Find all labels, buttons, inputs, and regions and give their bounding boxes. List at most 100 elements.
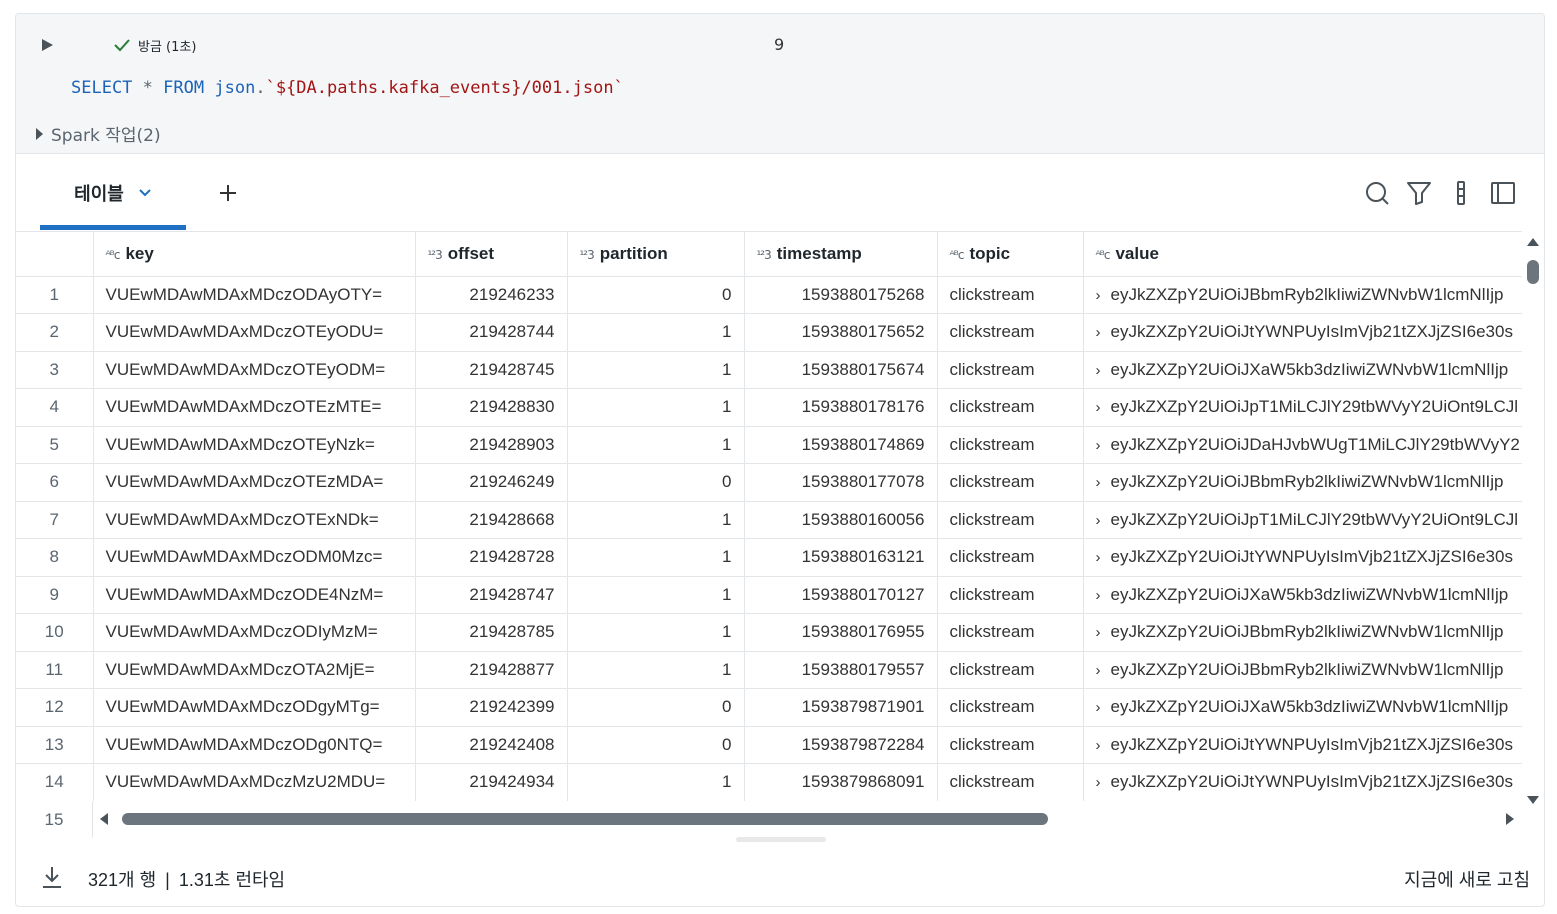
sidebar-panel-icon[interactable] <box>1489 179 1517 207</box>
expand-chevron-icon[interactable]: › <box>1096 587 1101 604</box>
table-row[interactable]: 5 VUEwMDAwMDAxMDczOTEyNzk= 219428903 1 15938… <box>16 426 1522 464</box>
column-header-timestamp[interactable]: ¹²3 timestamp <box>744 232 938 277</box>
vertical-scroll-thumb[interactable] <box>1527 260 1539 284</box>
expand-chevron-icon[interactable]: › <box>1096 399 1101 416</box>
cell-value: 1 <box>722 397 732 417</box>
scroll-up-icon[interactable] <box>1527 238 1539 246</box>
scroll-left-icon[interactable] <box>100 813 108 825</box>
table-row[interactable]: 13 VUEwMDAwMDAxMDczODg0NTQ= 219242408 0 1593… <box>16 726 1522 764</box>
cell-value[interactable]: › eyJkZXZpY2UiOiJpT1MiLCJlY29tbWVyY2UiOnt… <box>1083 388 1522 427</box>
cell-offset: 219246233 <box>415 276 568 314</box>
table-row[interactable]: 12 VUEwMDAwMDAxMDczODgyMTg= 219242399 0 1593… <box>16 688 1522 727</box>
table-row[interactable]: 9 VUEwMDAwMDAxMDczODE4NzM= 219428747 1 15938… <box>16 576 1522 614</box>
table-row[interactable]: 1 VUEwMDAwMDAxMDczODAyOTY= 219246233 0 15938… <box>16 276 1522 314</box>
cell-value[interactable]: › eyJkZXZpY2UiOiJtYWNPUyIsImVjb21tZXJjZSI… <box>1083 538 1522 577</box>
search-icon[interactable] <box>1363 179 1391 207</box>
cell-value: VUEwMDAwMDAxMDczOTA2MjE= <box>105 659 375 679</box>
expand-chevron-icon[interactable]: › <box>1096 437 1101 454</box>
column-header-partition[interactable]: ¹²3 partition <box>567 232 745 277</box>
cell-value[interactable]: › eyJkZXZpY2UiOiJtYWNPUyIsImVjb21tZXJjZSI… <box>1083 763 1522 801</box>
table-row[interactable]: 6 VUEwMDAwMDAxMDczOTEzMDA= 219246249 0 15938… <box>16 463 1522 502</box>
cell-timestamp: 1593880175652 <box>744 313 938 352</box>
cell-value[interactable]: › eyJkZXZpY2UiOiJBbmRyb2lkIiwiZWNvbW1lcmN… <box>1083 463 1522 502</box>
cell-value: VUEwMDAwMDAxMDczODgyMTg= <box>105 697 380 717</box>
expand-chevron-icon[interactable]: › <box>1096 474 1101 491</box>
scroll-right-icon[interactable] <box>1506 813 1514 825</box>
code-editor[interactable]: SELECT * FROM json.`${DA.paths.kafka_eve… <box>71 78 624 98</box>
cell-value: VUEwMDAwMDAxMDczOTEyODM= <box>105 359 386 379</box>
cell-value: 1593880177078 <box>801 472 925 492</box>
tab-table[interactable]: 테이블 <box>40 154 186 231</box>
table-row[interactable]: 2 VUEwMDAwMDAxMDczOTEyODU= 219428744 1 15938… <box>16 313 1522 352</box>
expand-chevron-icon[interactable]: › <box>1096 549 1101 566</box>
column-header-key[interactable]: ᴬᴮc key <box>93 232 416 277</box>
code-area[interactable]: 방금 (1초) 9 SELECT * FROM json.`${DA.paths… <box>16 14 1544 154</box>
cell-timestamp: 1593880179557 <box>744 651 938 689</box>
cell-value[interactable]: › eyJkZXZpY2UiOiJDaHJvbWUgT1MiLCJlY29tbWV… <box>1083 426 1522 464</box>
scroll-down-icon[interactable] <box>1527 796 1539 804</box>
column-label: value <box>1115 243 1159 263</box>
table-row[interactable]: 3 VUEwMDAwMDAxMDczOTEyODM= 219428745 1 15938… <box>16 351 1522 389</box>
cell-value: 219428744 <box>469 322 555 342</box>
column-settings-icon[interactable] <box>1447 179 1475 207</box>
cell-value[interactable]: › eyJkZXZpY2UiOiJXaW5kb3dzIiwiZWNvbW1lcmN… <box>1083 351 1522 389</box>
expand-chevron-icon[interactable]: › <box>1096 737 1101 754</box>
table-row[interactable]: 4 VUEwMDAwMDAxMDczOTEzMTE= 219428830 1 15938… <box>16 388 1522 427</box>
expand-chevron-icon[interactable]: › <box>1096 362 1101 379</box>
cell-value: 1 <box>722 772 732 792</box>
expand-chevron-icon[interactable]: › <box>1096 512 1101 529</box>
cell-value[interactable]: › eyJkZXZpY2UiOiJBbmRyb2lkIiwiZWNvbW1lcmN… <box>1083 651 1522 689</box>
column-header-topic[interactable]: ᴬᴮc topic <box>937 232 1084 277</box>
cell-value[interactable]: › eyJkZXZpY2UiOiJtYWNPUyIsImVjb21tZXJjZSI… <box>1083 726 1522 764</box>
chevron-down-icon[interactable] <box>138 188 152 198</box>
horizontal-scrollbar[interactable] <box>100 810 1520 828</box>
expand-chevron-icon[interactable]: › <box>1096 287 1101 304</box>
cell-value: clickstream <box>949 734 1035 754</box>
expand-chevron-icon[interactable]: › <box>1096 324 1101 341</box>
number-type-icon: ¹²3 <box>579 247 595 262</box>
cell-value[interactable]: › eyJkZXZpY2UiOiJXaW5kb3dzIiwiZWNvbW1lcmN… <box>1083 688 1522 727</box>
expand-triangle-icon <box>36 127 43 140</box>
cell-value[interactable]: › eyJkZXZpY2UiOiJXaW5kb3dzIiwiZWNvbW1lcmN… <box>1083 576 1522 614</box>
table-row[interactable]: 14 VUEwMDAwMDAxMDczMzU2MDU= 219424934 1 1593… <box>16 763 1522 801</box>
check-icon <box>114 39 130 52</box>
play-icon[interactable] <box>40 38 54 52</box>
cell-value[interactable]: › eyJkZXZpY2UiOiJtYWNPUyIsImVjb21tZXJjZSI… <box>1083 313 1522 352</box>
cell-value: eyJkZXZpY2UiOiJXaW5kb3dzIiwiZWNvbW1lcmNl… <box>1110 584 1509 604</box>
expand-chevron-icon[interactable]: › <box>1096 662 1101 679</box>
cell-value: 1 <box>722 322 732 342</box>
column-header-offset[interactable]: ¹²3 offset <box>415 232 568 277</box>
filter-icon[interactable] <box>1405 179 1433 207</box>
expand-chevron-icon[interactable]: › <box>1096 774 1101 791</box>
row-number: 12 <box>16 688 94 727</box>
table-row[interactable]: 8 VUEwMDAwMDAxMDczODM0Mzc= 219428728 1 15938… <box>16 538 1522 577</box>
stats-separator: | <box>165 870 170 890</box>
expand-chevron-icon[interactable]: › <box>1096 624 1101 641</box>
table-row[interactable]: 11 VUEwMDAwMDAxMDczOTA2MjE= 219428877 1 1593… <box>16 651 1522 689</box>
column-header-value[interactable]: ᴬᴮc value <box>1083 232 1522 277</box>
vertical-scrollbar[interactable] <box>1524 238 1542 804</box>
cell-key: VUEwMDAwMDAxMDczODE4NzM= <box>93 576 416 614</box>
table-row[interactable]: 10 VUEwMDAwMDAxMDczODIyMzM= 219428785 1 1593… <box>16 613 1522 652</box>
result-table[interactable]: ᴬᴮc key ¹²3 offset ¹²3 partition ¹²3 timestamp ᴬ… <box>16 231 1522 801</box>
sql-dot: . <box>255 78 266 98</box>
cell-value[interactable]: › eyJkZXZpY2UiOiJBbmRyb2lkIiwiZWNvbW1lcmN… <box>1083 613 1522 652</box>
table-row[interactable]: 7 VUEwMDAwMDAxMDczOTExNDk= 219428668 1 15938… <box>16 501 1522 539</box>
expand-chevron-icon[interactable]: › <box>1096 699 1101 716</box>
result-footer: 321개 행 | 1.31초 런타임 지금에 새로 고침 <box>16 854 1544 906</box>
refresh-button[interactable]: 지금에 새로 고침 <box>1404 866 1530 892</box>
spark-jobs-toggle[interactable]: Spark 작업(2) <box>36 121 161 146</box>
cell-partition: 1 <box>567 651 745 689</box>
cell-value[interactable]: › eyJkZXZpY2UiOiJpT1MiLCJlY29tbWVyY2UiOnt… <box>1083 501 1522 539</box>
cell-value: 219424934 <box>469 772 555 792</box>
cell-key: VUEwMDAwMDAxMDczODg0NTQ= <box>93 726 416 764</box>
cell-key: VUEwMDAwMDAxMDczOTEzMTE= <box>93 388 416 427</box>
cell-value[interactable]: › eyJkZXZpY2UiOiJBbmRyb2lkIiwiZWNvbW1lcmN… <box>1083 276 1522 314</box>
column-label: key <box>125 243 154 263</box>
runtime: 1.31초 런타임 <box>178 870 286 890</box>
resize-handle[interactable] <box>736 837 826 842</box>
horizontal-scroll-thumb[interactable] <box>122 813 1048 825</box>
download-icon[interactable] <box>40 864 64 890</box>
cell-key: VUEwMDAwMDAxMDczOTEzMDA= <box>93 463 416 502</box>
plus-icon[interactable] <box>213 178 243 208</box>
